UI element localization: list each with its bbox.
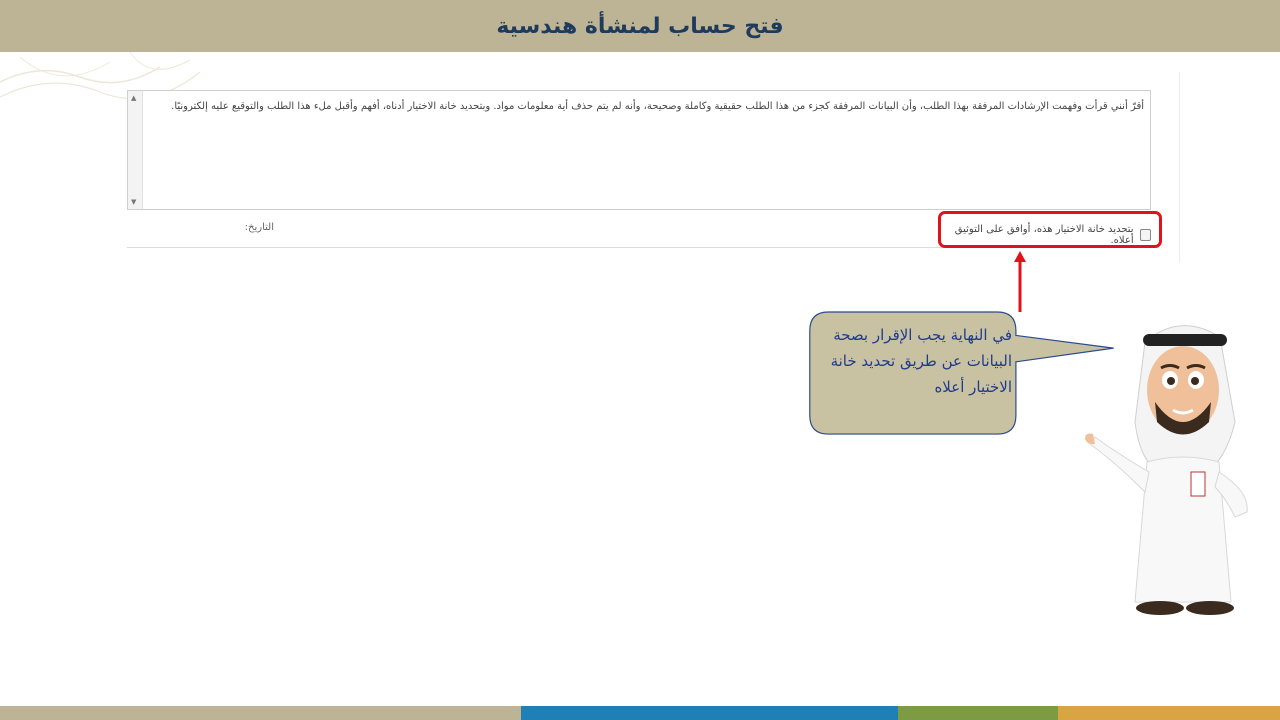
- footer-segment: [521, 706, 898, 720]
- callout-text: في النهاية يجب الإقرار بصحة البيانات عن …: [830, 326, 1012, 396]
- consent-checkbox[interactable]: [1139, 229, 1151, 241]
- header-bar: فتح حساب لمنشأة هندسية: [0, 0, 1280, 52]
- date-label: التاريخ:: [244, 222, 274, 233]
- consent-highlight: بتحديد خانة الاختيار هذه، أوافق على التو…: [938, 211, 1162, 248]
- divider: [1179, 72, 1180, 262]
- footer-segment: [898, 706, 1058, 720]
- scroll-up-icon[interactable]: ▲: [131, 94, 136, 102]
- textarea-scrollbar[interactable]: ▲ ▼: [128, 91, 143, 209]
- scroll-down-icon[interactable]: ▼: [131, 198, 136, 206]
- declaration-text: أقرّ أنني قرأت وفهمت الإرشادات المرفقة ب…: [171, 101, 1144, 112]
- guide-character: [1085, 325, 1248, 615]
- declaration-textarea[interactable]: ▲ ▼ أقرّ أنني قرأت وفهمت الإرشادات المرف…: [127, 90, 1151, 210]
- footer-color-bar: [0, 706, 1280, 720]
- footer-segment: [1058, 706, 1280, 720]
- arrow-up-icon: [1014, 251, 1026, 312]
- consent-checkbox-label[interactable]: بتحديد خانة الاختيار هذه، أوافق على التو…: [941, 224, 1134, 246]
- footer-segment: [0, 706, 521, 720]
- page-title: فتح حساب لمنشأة هندسية: [496, 13, 784, 39]
